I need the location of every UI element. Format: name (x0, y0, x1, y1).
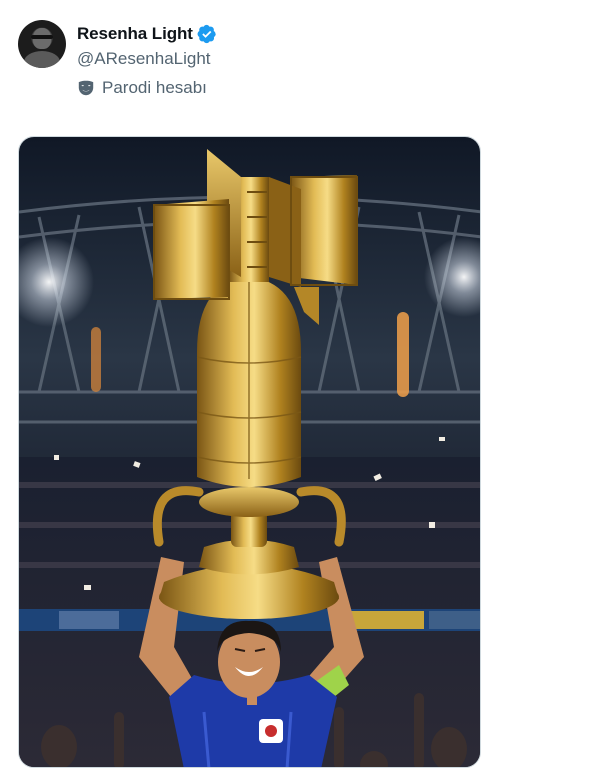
display-name[interactable]: Resenha Light (77, 24, 193, 44)
tweet-media-photo[interactable] (18, 136, 481, 768)
name-row: Resenha Light (77, 22, 217, 46)
theater-mask-icon (78, 80, 94, 96)
avatar-eye-bar (31, 35, 53, 39)
parody-label-row: Parodi hesabı (77, 77, 217, 99)
handle[interactable]: @AResenhaLight (77, 47, 217, 70)
avatar[interactable] (18, 20, 66, 68)
tweet-header: Resenha Light @AResenhaLight Parodi hesa… (18, 20, 217, 99)
verified-badge-icon (197, 24, 216, 44)
avatar-body (24, 51, 60, 68)
parody-label: Parodi hesabı (102, 78, 207, 97)
author-meta: Resenha Light @AResenhaLight Parodi hesa… (77, 22, 217, 99)
trophy-celebration-photo (19, 137, 480, 767)
